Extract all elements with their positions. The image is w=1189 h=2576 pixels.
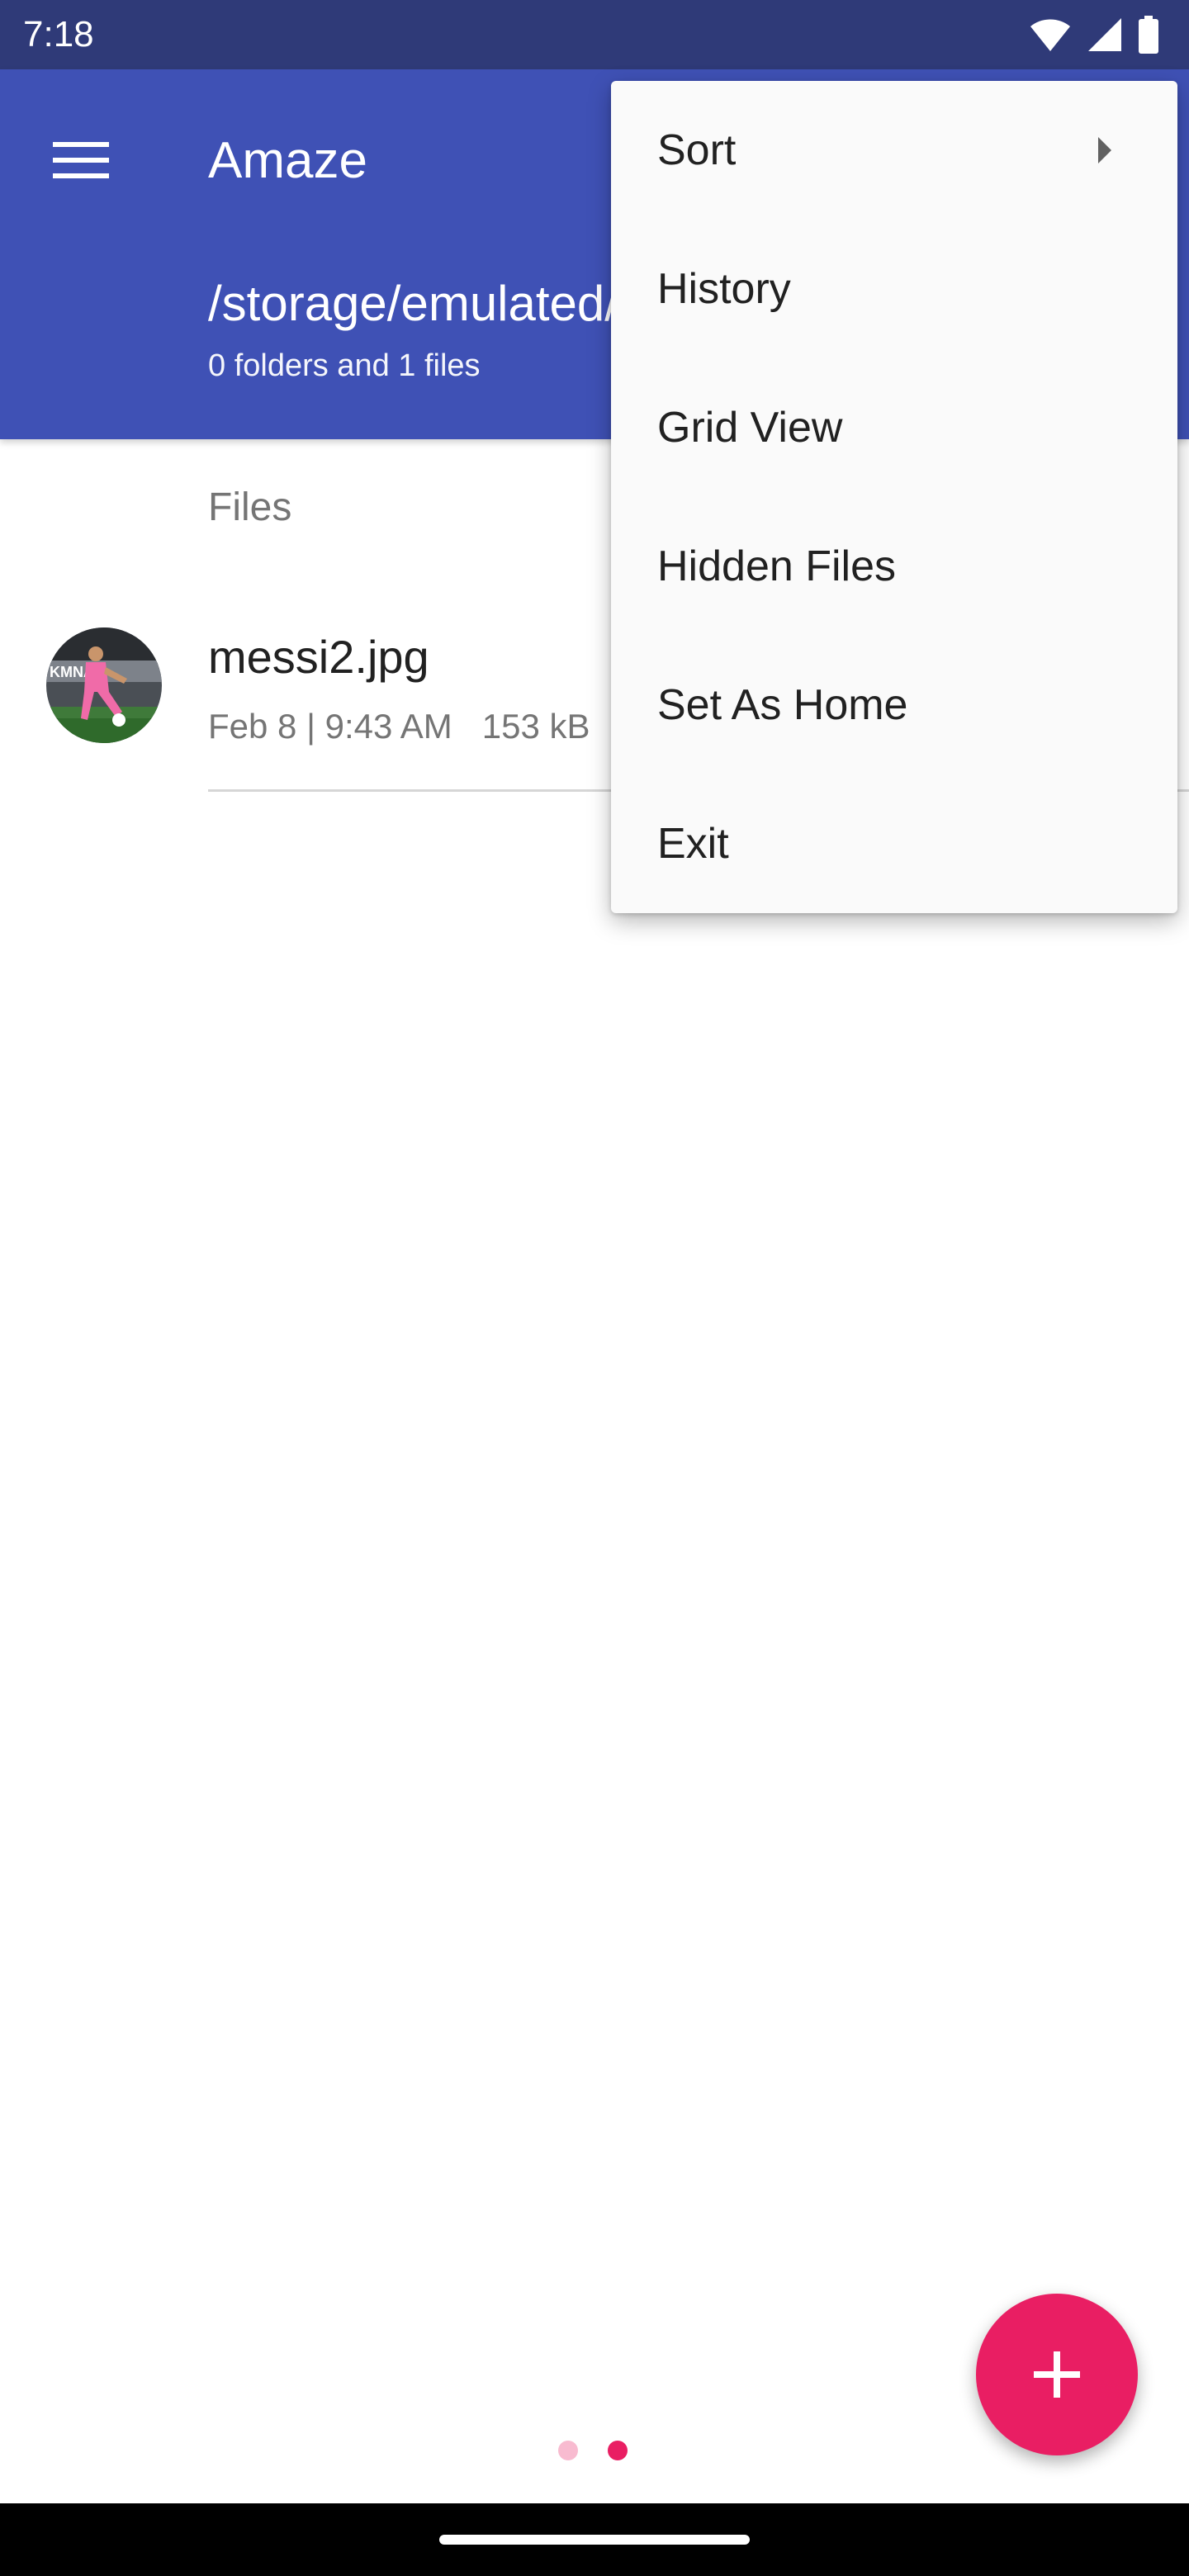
plus-icon (1034, 2351, 1080, 2398)
gesture-home-handle[interactable] (439, 2535, 750, 2545)
status-time: 7:18 (23, 14, 94, 54)
submenu-arrow-icon (1098, 137, 1111, 163)
menu-item-set-as-home[interactable]: Set As Home (611, 636, 1177, 774)
menu-item-exit[interactable]: Exit (611, 774, 1177, 913)
page-indicator (558, 2436, 628, 2465)
status-icons (1029, 15, 1159, 54)
menu-item-grid-view[interactable]: Grid View (611, 358, 1177, 497)
files-section-header: Files (208, 485, 292, 529)
file-size: 153 kB (481, 707, 590, 746)
file-thumbnail: KMNA (46, 627, 162, 743)
file-name: messi2.jpg (208, 631, 429, 683)
overflow-menu: Sort History Grid View Hidden Files Set … (611, 81, 1177, 913)
screen: 7:18 Amaze /storage/emulated/0/Pictures (0, 0, 1189, 2576)
page-dot-inactive[interactable] (558, 2441, 578, 2460)
image-thumbnail-icon: KMNA (46, 627, 162, 743)
wifi-icon (1030, 19, 1070, 52)
folder-summary: 0 folders and 1 files (208, 348, 481, 383)
navigation-drawer-button[interactable] (36, 116, 126, 205)
file-meta: Feb 8 | 9:43 AM 153 kB (208, 702, 590, 751)
file-date: Feb 8 | 9:43 AM (208, 707, 452, 746)
system-navigation-bar (0, 2503, 1189, 2576)
add-fab-button[interactable] (976, 2294, 1138, 2455)
page-dot-active[interactable] (608, 2441, 628, 2460)
hamburger-menu-icon (53, 142, 109, 178)
app-title: Amaze (208, 132, 367, 189)
status-bar: 7:18 (0, 0, 1189, 69)
menu-item-label: Exit (657, 820, 729, 868)
cellular-signal-icon (1088, 18, 1121, 51)
menu-item-label: Set As Home (657, 681, 908, 729)
menu-item-label: Sort (657, 126, 737, 174)
menu-item-hidden-files[interactable]: Hidden Files (611, 497, 1177, 636)
menu-item-label: History (657, 265, 791, 313)
menu-item-sort[interactable]: Sort (611, 81, 1177, 220)
menu-item-history[interactable]: History (611, 220, 1177, 358)
menu-item-label: Grid View (657, 404, 843, 452)
menu-item-label: Hidden Files (657, 542, 897, 590)
battery-icon (1139, 16, 1158, 54)
